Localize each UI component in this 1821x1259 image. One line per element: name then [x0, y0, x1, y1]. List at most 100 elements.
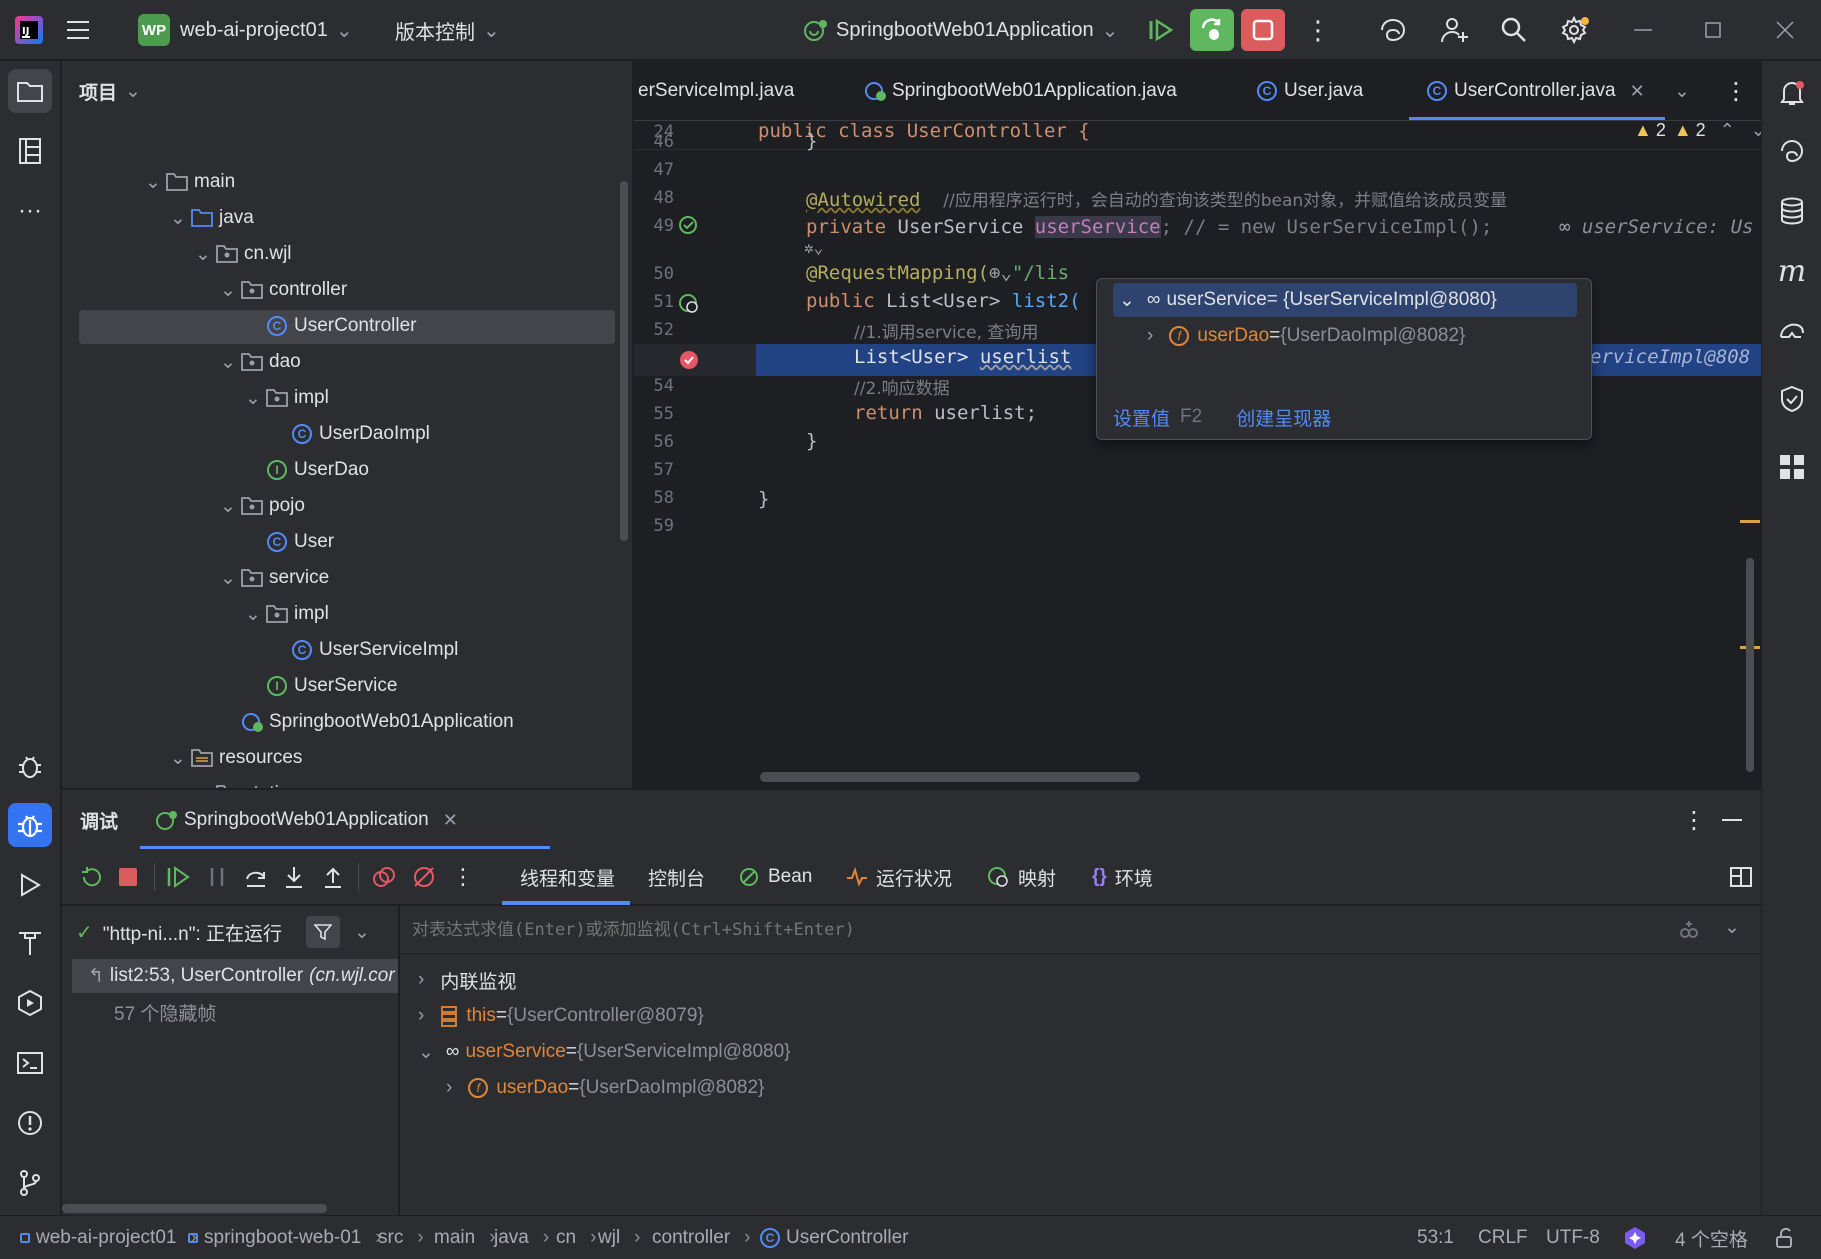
- run-config-selector[interactable]: SpringbootWeb01Application ⌄: [802, 0, 1118, 60]
- chevron-down-icon[interactable]: ⌄: [242, 387, 264, 410]
- tree-item[interactable]: ⌄ resources: [167, 742, 302, 774]
- breadcrumb-item[interactable]: controller ›: [652, 1216, 750, 1259]
- tree-item[interactable]: ⌄ cn.wjl: [192, 238, 291, 270]
- ai-chat-icon[interactable]: [1770, 129, 1814, 173]
- breadcrumb-item[interactable]: src ›: [378, 1216, 424, 1259]
- tab-user[interactable]: C User.java: [1254, 61, 1363, 120]
- minimize-icon[interactable]: [1634, 0, 1652, 60]
- popup-row-userservice[interactable]: ⌄ ∞ userService = {UserServiceImpl@8080}: [1119, 284, 1497, 316]
- maven-icon[interactable]: m: [1770, 249, 1814, 293]
- terminal-tool-icon[interactable]: [8, 1041, 52, 1085]
- more-actions-icon[interactable]: ⋮: [1305, 0, 1331, 60]
- pause-icon[interactable]: [207, 849, 227, 905]
- var-userservice[interactable]: ⌄ ∞ userService = {UserServiceImpl@8080}: [418, 1036, 791, 1068]
- chevron-down-icon[interactable]: ⌄: [217, 351, 239, 374]
- tree-item[interactable]: ⌄ static: [192, 778, 288, 788]
- gradle-icon[interactable]: [1770, 309, 1814, 353]
- mute-breakpoints-icon[interactable]: [412, 849, 436, 905]
- caret-position[interactable]: 53:1: [1417, 1216, 1454, 1259]
- tab-threads-variables[interactable]: 线程和变量: [520, 849, 615, 905]
- project-panel-header[interactable]: 项目 ⌄: [79, 61, 141, 121]
- chevron-down-icon[interactable]: ⌄: [354, 916, 370, 948]
- chevron-down-icon[interactable]: ⌄: [167, 207, 189, 230]
- tab-list-chevron-icon[interactable]: ⌄: [1674, 61, 1690, 120]
- add-watch-icon[interactable]: [1676, 918, 1700, 942]
- hide-panel-icon[interactable]: [1722, 790, 1742, 850]
- chevron-down-icon[interactable]: ⌄: [167, 747, 189, 770]
- chevron-down-icon[interactable]: ⌄: [1724, 916, 1740, 939]
- line-separator[interactable]: CRLF: [1478, 1216, 1528, 1259]
- services-run-icon[interactable]: [8, 981, 52, 1025]
- services-tool-icon[interactable]: [8, 744, 52, 788]
- rerun-debug-button[interactable]: [1190, 9, 1234, 51]
- breadcrumb-item[interactable]: wjl ›: [598, 1216, 641, 1259]
- build-tool-icon[interactable]: [8, 921, 52, 965]
- prev-highlight-icon[interactable]: ⌃: [1720, 122, 1735, 141]
- settings-gear-icon[interactable]: [1560, 0, 1590, 60]
- tree-item[interactable]: SpringbootWeb01Application: [217, 706, 514, 738]
- more-tools-icon[interactable]: ···: [8, 189, 52, 233]
- project-switcher[interactable]: WP web-ai-project01 ⌄: [138, 0, 353, 60]
- frames-hscrollbar[interactable]: [62, 1204, 327, 1213]
- hidden-frames[interactable]: 57 个隐藏帧: [114, 996, 216, 1028]
- filter-icon[interactable]: [306, 916, 340, 948]
- layout-icon[interactable]: [1730, 849, 1752, 905]
- chevron-down-icon[interactable]: ⌄: [217, 279, 239, 302]
- stop-debug-icon[interactable]: [118, 849, 138, 905]
- resume-run-icon[interactable]: [1148, 0, 1174, 60]
- step-into-icon[interactable]: [283, 849, 305, 905]
- debug-session-tab[interactable]: SpringbootWeb01Application ✕: [154, 790, 458, 850]
- run-tool-icon[interactable]: [8, 863, 52, 907]
- var-this[interactable]: › this = {UserController@8079}: [418, 1000, 704, 1032]
- set-value-link[interactable]: 设置值: [1113, 404, 1170, 431]
- next-highlight-icon[interactable]: ⌄: [1751, 122, 1761, 141]
- code-editor[interactable]: 24 46 47 48 49 50 51 52 54 55 56 57 58 59 public clas…: [634, 122, 1761, 788]
- tree-item[interactable]: ⌄ impl: [242, 598, 329, 630]
- breadcrumb-item[interactable]: C UserController: [760, 1216, 908, 1259]
- tab-userserviceimpl[interactable]: erServiceImpl.java: [638, 61, 794, 120]
- tree-scrollbar[interactable]: [620, 181, 628, 541]
- create-renderer-link[interactable]: 创建呈现器: [1236, 404, 1331, 431]
- frame-row[interactable]: ↰ list2:53, UserController (cn.wjl.cor: [88, 960, 395, 992]
- file-encoding[interactable]: UTF-8: [1546, 1216, 1600, 1259]
- endpoint-globe-icon[interactable]: [678, 293, 700, 315]
- editor-hscrollbar[interactable]: [760, 772, 1140, 782]
- thread-selector[interactable]: ✓ "http-ni...n": 正在运行: [76, 912, 282, 952]
- chevron-down-icon[interactable]: ⌄: [217, 495, 239, 518]
- chevron-down-icon[interactable]: ⌄: [192, 243, 214, 266]
- tree-item[interactable]: ⌄ controller: [217, 274, 347, 306]
- ai-status-icon[interactable]: [1622, 1216, 1648, 1259]
- injection-point-icon[interactable]: [678, 215, 700, 237]
- close-session-icon[interactable]: ✕: [443, 810, 458, 831]
- add-user-icon[interactable]: [1440, 0, 1470, 60]
- search-icon[interactable]: [1500, 0, 1528, 60]
- tab-usercontroller[interactable]: C UserController.java ✕: [1424, 61, 1645, 120]
- breadcrumb-item[interactable]: cn ›: [556, 1216, 596, 1259]
- view-breakpoints-icon[interactable]: [372, 849, 396, 905]
- debug-more-icon[interactable]: ⋮: [1682, 790, 1706, 850]
- breadcrumb-item[interactable]: springboot-web-01 ›: [188, 1216, 382, 1259]
- close-tab-icon[interactable]: ✕: [1630, 81, 1645, 102]
- tab-springbootweb01application[interactable]: SpringbootWeb01Application.java: [862, 61, 1177, 120]
- tree-item[interactable]: ⌄ service: [217, 562, 329, 594]
- chevron-down-icon[interactable]: ⌄: [217, 567, 239, 590]
- plugins-grid-icon[interactable]: [1770, 445, 1814, 489]
- eval-expression-input[interactable]: [412, 914, 1612, 946]
- tab-environment[interactable]: {} 环境: [1092, 849, 1153, 905]
- project-tool-icon[interactable]: [8, 69, 52, 113]
- breakpoint-icon[interactable]: [678, 348, 702, 372]
- problems-tool-icon[interactable]: [8, 1101, 52, 1145]
- breadcrumb-item[interactable]: main ›: [434, 1216, 496, 1259]
- rerun-icon[interactable]: [80, 849, 104, 905]
- chevron-down-icon[interactable]: ⌄: [142, 171, 164, 194]
- debug-toolbar-more-icon[interactable]: ⋮: [452, 849, 474, 905]
- tree-item[interactable]: I UserService: [242, 670, 397, 702]
- tree-item[interactable]: C User: [242, 526, 334, 558]
- userservice-field[interactable]: userService: [1034, 216, 1161, 238]
- spring-bean-icon[interactable]: ✲⌄: [804, 238, 823, 257]
- stop-button[interactable]: [1241, 9, 1285, 51]
- maximize-icon[interactable]: [1705, 0, 1721, 60]
- resume-icon[interactable]: [166, 849, 190, 905]
- tab-console[interactable]: 控制台: [648, 849, 705, 905]
- breadcrumb-item[interactable]: web-ai-project01 ›: [20, 1216, 197, 1259]
